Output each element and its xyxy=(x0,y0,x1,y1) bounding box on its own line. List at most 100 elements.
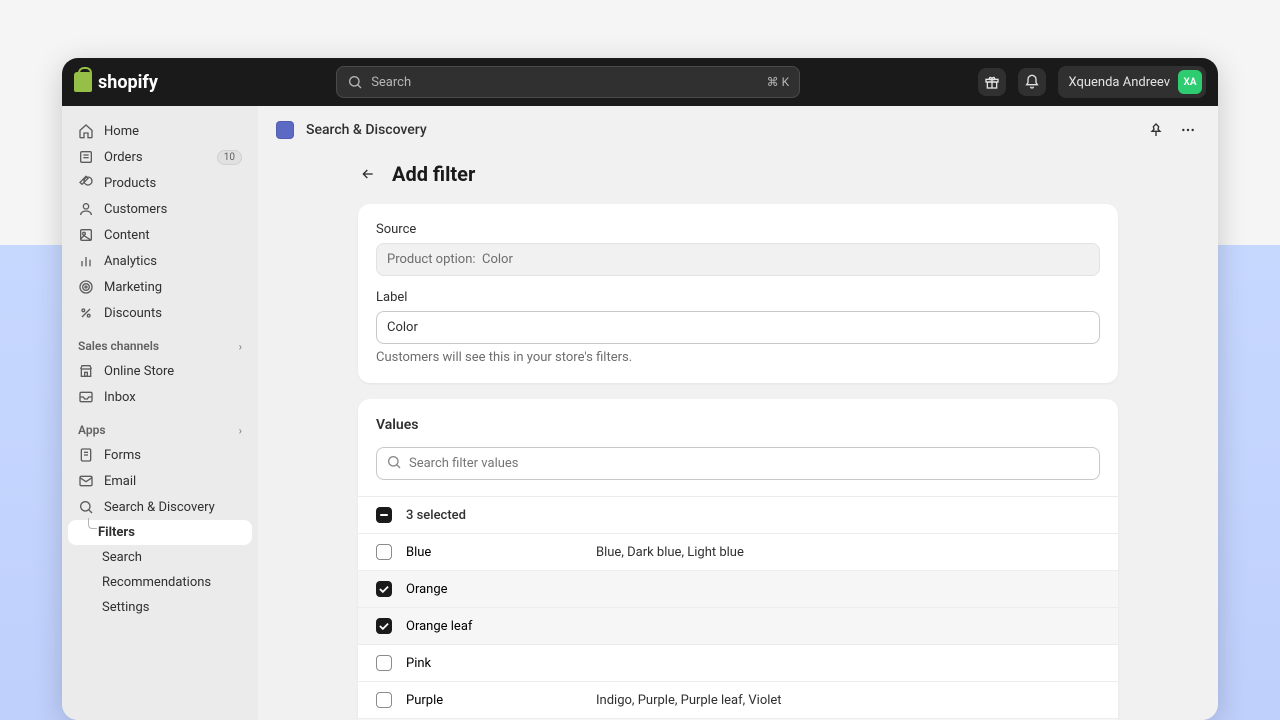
nav-item-products[interactable]: Products xyxy=(68,170,252,196)
nav-label: Search & Discovery xyxy=(104,500,215,515)
app-header: Search & Discovery xyxy=(258,106,1218,154)
nav-item-content[interactable]: Content xyxy=(68,222,252,248)
nav-label: Online Store xyxy=(104,364,174,379)
nav-badge: 10 xyxy=(217,150,242,165)
more-button[interactable] xyxy=(1176,118,1200,142)
values-header-row: 3 selected xyxy=(358,496,1118,533)
store-icon xyxy=(78,363,94,379)
home-icon xyxy=(78,123,94,139)
brand-name: shopify xyxy=(98,72,158,93)
nav-label: Settings xyxy=(102,600,149,615)
user-menu[interactable]: Xquenda Andreev XA xyxy=(1058,66,1206,98)
orders-icon xyxy=(78,149,94,165)
global-search[interactable]: Search ⌘ K xyxy=(336,66,800,98)
value-row[interactable]: Orange xyxy=(358,570,1118,607)
nav-item-analytics[interactable]: Analytics xyxy=(68,248,252,274)
nav-item-customers[interactable]: Customers xyxy=(68,196,252,222)
row-checkbox[interactable] xyxy=(376,692,392,708)
nav-label: Analytics xyxy=(104,254,157,269)
value-row[interactable]: Pink xyxy=(358,644,1118,681)
label-label: Label xyxy=(376,290,1100,305)
values-search-input[interactable] xyxy=(376,447,1100,480)
inbox-icon xyxy=(78,389,94,405)
nav-item-marketing[interactable]: Marketing xyxy=(68,274,252,300)
row-checkbox[interactable] xyxy=(376,618,392,634)
search-icon xyxy=(386,454,402,474)
value-name: Purple xyxy=(406,693,596,708)
label-help-text: Customers will see this in your store's … xyxy=(376,350,1100,365)
row-checkbox[interactable] xyxy=(376,655,392,671)
selected-count: 3 selected xyxy=(406,508,466,523)
value-name: Orange leaf xyxy=(406,619,596,634)
nav-item-orders[interactable]: Orders 10 xyxy=(68,144,252,170)
value-name: Orange xyxy=(406,582,596,597)
value-name: Blue xyxy=(406,545,596,560)
arrow-left-icon xyxy=(360,166,376,182)
nav-item-forms[interactable]: Forms xyxy=(68,442,252,468)
value-group: Blue, Dark blue, Light blue xyxy=(596,545,744,560)
main-content: Search & Discovery Add filter xyxy=(258,106,1218,720)
label-input[interactable] xyxy=(376,311,1100,344)
search-icon xyxy=(347,74,363,90)
nav-item-discounts[interactable]: Discounts xyxy=(68,300,252,326)
select-all-checkbox[interactable] xyxy=(376,507,392,523)
section-sales-channels[interactable]: Sales channels › xyxy=(68,327,252,357)
app-window: shopify Search ⌘ K Xquenda Andreev XA Ho… xyxy=(62,58,1218,720)
nav-subitem-search[interactable]: Search xyxy=(68,545,252,570)
search-discovery-app-icon xyxy=(276,121,294,139)
section-apps[interactable]: Apps › xyxy=(68,411,252,441)
nav-label: Orders xyxy=(104,150,143,165)
app-name: Search & Discovery xyxy=(306,122,427,138)
chevron-right-icon: › xyxy=(239,424,242,437)
nav-label: Inbox xyxy=(104,390,136,405)
analytics-icon xyxy=(78,253,94,269)
customers-icon xyxy=(78,201,94,217)
forms-icon xyxy=(78,447,94,463)
avatar: XA xyxy=(1178,70,1202,94)
nav-subitem-filters[interactable]: Filters xyxy=(68,520,252,545)
value-row[interactable]: Orange leaf xyxy=(358,607,1118,644)
nav-label: Forms xyxy=(104,448,141,463)
value-name: Pink xyxy=(406,656,596,671)
brand-logo[interactable]: shopify xyxy=(74,72,158,93)
nav-label: Content xyxy=(104,228,150,243)
nav-label: Search xyxy=(102,550,142,565)
pin-icon xyxy=(1148,122,1164,138)
nav-item-home[interactable]: Home xyxy=(68,118,252,144)
topbar: shopify Search ⌘ K Xquenda Andreev XA xyxy=(62,58,1218,106)
value-row[interactable]: PurpleIndigo, Purple, Purple leaf, Viole… xyxy=(358,681,1118,718)
search-placeholder: Search xyxy=(371,75,411,90)
shopify-bag-icon xyxy=(74,72,92,92)
row-checkbox[interactable] xyxy=(376,544,392,560)
user-name: Xquenda Andreev xyxy=(1068,75,1170,90)
nav-subitem-settings[interactable]: Settings xyxy=(68,595,252,620)
chevron-right-icon: › xyxy=(239,340,242,353)
search-discovery-icon xyxy=(78,499,94,515)
nav-item-search-discovery[interactable]: Search & Discovery xyxy=(68,494,252,520)
card-values: Values 3 selected BlueBlue, Dark blue, L… xyxy=(358,399,1118,720)
source-label: Source xyxy=(376,222,1100,237)
source-input xyxy=(376,243,1100,276)
gift-button[interactable] xyxy=(978,68,1006,96)
nav-item-inbox[interactable]: Inbox xyxy=(68,384,252,410)
notifications-button[interactable] xyxy=(1018,68,1046,96)
nav-item-online-store[interactable]: Online Store xyxy=(68,358,252,384)
more-horizontal-icon xyxy=(1180,122,1196,138)
row-checkbox[interactable] xyxy=(376,581,392,597)
gift-icon xyxy=(984,74,1000,90)
page-title: Add filter xyxy=(392,162,475,186)
nav-label: Marketing xyxy=(104,280,162,295)
nav-label: Home xyxy=(104,124,139,139)
bell-icon xyxy=(1024,74,1040,90)
nav-item-email[interactable]: Email xyxy=(68,468,252,494)
card-source-label: Source Label Customers will see this in … xyxy=(358,204,1118,383)
value-row[interactable]: BlueBlue, Dark blue, Light blue xyxy=(358,533,1118,570)
email-icon xyxy=(78,473,94,489)
pin-button[interactable] xyxy=(1144,118,1168,142)
back-button[interactable] xyxy=(358,164,378,184)
nav-subitem-recommendations[interactable]: Recommendations xyxy=(68,570,252,595)
products-icon xyxy=(78,175,94,191)
nav-label: Products xyxy=(104,176,156,191)
content-icon xyxy=(78,227,94,243)
nav-label: Email xyxy=(104,474,136,489)
